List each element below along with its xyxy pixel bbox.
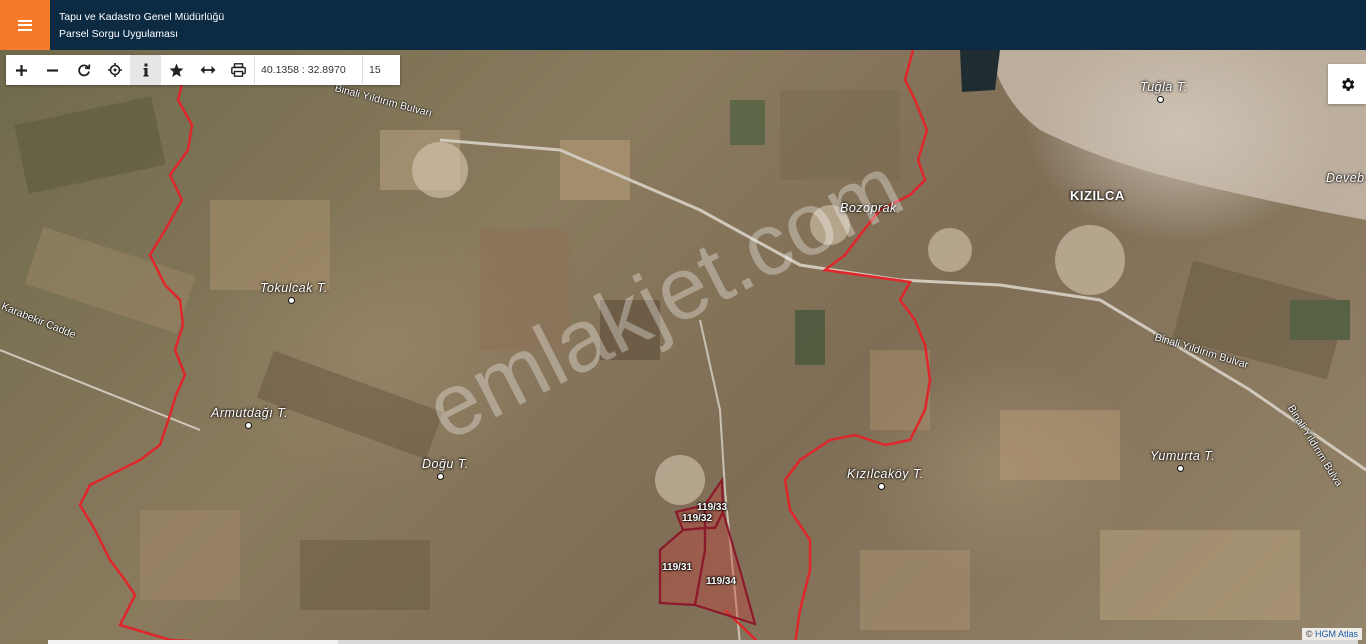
plus-icon	[16, 64, 27, 76]
app-name: Parsel Sorgu Uygulaması	[59, 28, 179, 40]
map-attribution: © HGM Atlas	[1301, 628, 1362, 640]
place-label-kizilcakoy: Kızılcaköy T.	[847, 467, 924, 481]
gear-icon	[1341, 77, 1354, 91]
parcel-label-119-31[interactable]: 119/31	[662, 562, 692, 573]
menu-button[interactable]	[0, 0, 50, 50]
refresh-icon	[77, 64, 90, 77]
scrollbar-thumb[interactable]	[48, 640, 338, 644]
hill-marker-icon	[878, 483, 885, 490]
map-canvas[interactable]: Tuğla T. KIZILCA Deveb Bozoprak Tokulcak…	[0, 50, 1366, 644]
favorite-button[interactable]	[161, 55, 192, 85]
horizontal-scrollbar[interactable]	[48, 640, 1358, 644]
parcel-label-119-33[interactable]: 119/33	[697, 502, 727, 513]
app-title: Tapu ve Kadastro Genel Müdürlüğü Parsel …	[59, 9, 224, 43]
copyright-symbol: ©	[1305, 629, 1313, 639]
measure-arrows-icon	[200, 66, 215, 74]
place-label-dogu: Doğu T.	[422, 457, 469, 471]
parcel-label-119-34[interactable]: 119/34	[706, 576, 736, 587]
place-label-tugla: Tuğla T.	[1140, 80, 1188, 94]
hill-marker-icon	[437, 473, 444, 480]
print-button[interactable]	[223, 55, 254, 85]
agency-name: Tapu ve Kadastro Genel Müdürlüğü	[59, 11, 225, 23]
place-label-devebo: Deveb	[1326, 171, 1365, 185]
printer-icon	[231, 63, 246, 77]
place-label-armutdagi: Armutdağı T.	[211, 406, 289, 420]
hill-marker-icon	[288, 297, 295, 304]
coordinate-field[interactable]	[254, 56, 362, 84]
hill-marker-icon	[1157, 96, 1164, 103]
info-icon	[143, 63, 148, 77]
hamburger-icon	[18, 19, 32, 31]
measure-button[interactable]	[192, 55, 223, 85]
attribution-link[interactable]: HGM Atlas	[1315, 629, 1358, 639]
hill-marker-icon	[1177, 465, 1184, 472]
star-icon	[169, 63, 184, 77]
app-header: Tapu ve Kadastro Genel Müdürlüğü Parsel …	[0, 0, 1366, 50]
place-label-kizilca: KIZILCA	[1070, 188, 1125, 203]
place-label-yumurta: Yumurta T.	[1150, 449, 1216, 463]
map-toolbar	[6, 55, 400, 85]
hill-marker-icon	[245, 422, 252, 429]
zoom-level-field[interactable]	[362, 56, 400, 84]
info-button[interactable]	[130, 55, 161, 85]
place-label-tokulcak: Tokulcak T.	[260, 281, 328, 295]
locate-button[interactable]	[99, 55, 130, 85]
parcel-label-119-32[interactable]: 119/32	[682, 513, 712, 524]
zoom-in-button[interactable]	[6, 55, 37, 85]
zoom-out-button[interactable]	[37, 55, 68, 85]
settings-button[interactable]	[1328, 64, 1366, 104]
satellite-imagery	[0, 50, 1366, 644]
refresh-button[interactable]	[68, 55, 99, 85]
crosshair-icon	[107, 63, 122, 77]
minus-icon	[47, 68, 58, 72]
